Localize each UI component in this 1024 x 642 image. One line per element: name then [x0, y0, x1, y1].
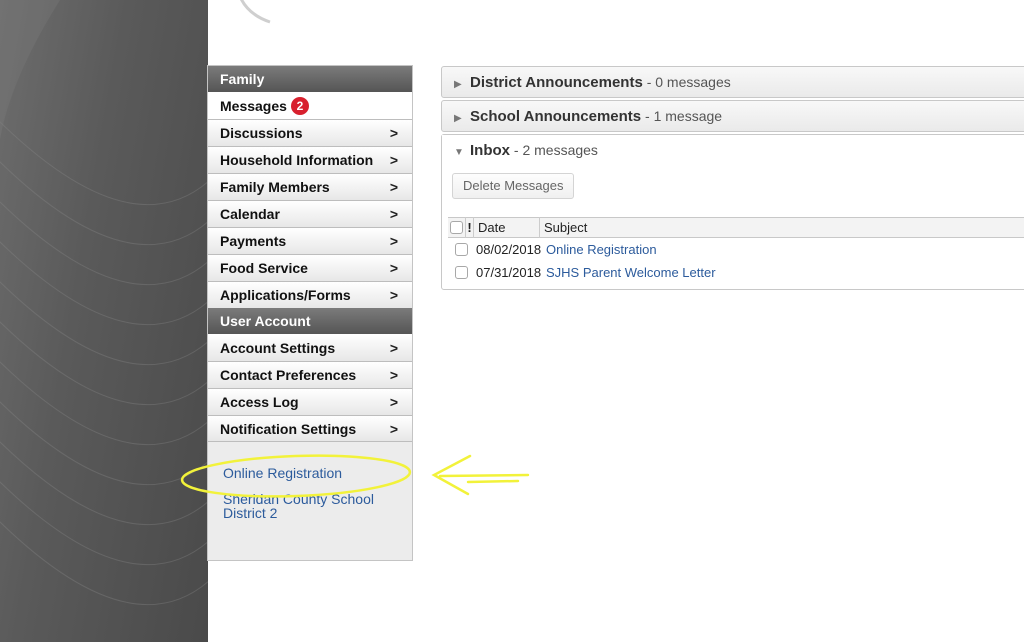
- chevron-right-icon: >: [389, 179, 398, 195]
- sidebar-item-discussions[interactable]: Discussions >: [208, 119, 412, 146]
- sidebar-item-label: Messages: [220, 97, 287, 114]
- sidebar-item-notification-settings[interactable]: Notification Settings >: [208, 415, 412, 442]
- table-row[interactable]: 07/31/2018 SJHS Parent Welcome Letter: [448, 261, 1024, 284]
- triangle-right-icon: ▶: [454, 113, 462, 124]
- sidebar-item-label: Family Members: [220, 179, 330, 195]
- flag-column-header[interactable]: !: [466, 217, 474, 238]
- message-subject-link[interactable]: SJHS Parent Welcome Letter: [544, 265, 716, 280]
- sidebar-item-label: Food Service: [220, 260, 308, 276]
- sidebar-item-payments[interactable]: Payments >: [208, 227, 412, 254]
- chevron-right-icon: >: [389, 394, 398, 410]
- select-all-cell: [448, 217, 466, 238]
- sidebar-item-label: Account Settings: [220, 339, 336, 356]
- inbox-title: Inbox: [470, 142, 510, 159]
- sidebar-header-user-account: User Account: [208, 308, 412, 334]
- sidebar-item-label: Contact Preferences: [220, 367, 357, 383]
- sidebar-item-family-members[interactable]: Family Members >: [208, 173, 412, 200]
- sidebar-header-family: Family: [208, 66, 412, 92]
- table-row[interactable]: 08/02/2018 Online Registration: [448, 238, 1024, 261]
- chevron-right-icon: >: [389, 260, 398, 276]
- inbox-header[interactable]: ▼ Inbox - 2 messages: [442, 135, 1024, 165]
- sidebar-item-label: Payments: [220, 233, 287, 249]
- chevron-right-icon: >: [389, 233, 398, 249]
- message-date: 08/02/2018: [476, 242, 542, 257]
- sidebar-item-contact-preferences[interactable]: Contact Preferences >: [208, 361, 412, 388]
- date-column-header[interactable]: Date: [474, 217, 540, 238]
- chevron-right-icon: >: [389, 420, 398, 437]
- sidebar-item-household-information[interactable]: Household Information >: [208, 146, 412, 173]
- sidebar-item-label: Applications/Forms: [220, 287, 351, 303]
- message-date: 07/31/2018: [476, 265, 542, 280]
- inbox-panel: ▼ Inbox - 2 messages Delete Messages ! Da…: [441, 134, 1024, 290]
- chevron-right-icon: >: [389, 152, 398, 168]
- background-panel: [0, 0, 208, 642]
- district-announcements-count: - 0 messages: [646, 74, 731, 90]
- online-registration-link[interactable]: Online Registration: [223, 466, 398, 480]
- chevron-right-icon: >: [389, 125, 398, 141]
- subject-column-header[interactable]: Subject: [540, 217, 587, 238]
- school-announcements-count: - 1 message: [645, 108, 723, 124]
- triangle-down-icon: ▼: [454, 147, 464, 158]
- logo-fragment: [240, 0, 271, 24]
- sidebar-links: Online Registration Sheridan County Scho…: [208, 442, 412, 520]
- triangle-right-icon: ▶: [454, 79, 462, 90]
- school-announcements-title: School Announcements: [470, 108, 642, 125]
- sidebar-item-label: Discussions: [220, 125, 303, 141]
- district-announcements-title: District Announcements: [470, 74, 643, 91]
- sidebar-item-calendar[interactable]: Calendar >: [208, 200, 412, 227]
- sidebar-item-label: Calendar: [220, 206, 280, 222]
- row-checkbox[interactable]: [454, 243, 468, 256]
- background-swirl: [0, 0, 208, 606]
- table-header: ! Date Subject: [448, 217, 1024, 238]
- sidebar-item-food-service[interactable]: Food Service >: [208, 254, 412, 281]
- arrow-left-icon: [431, 454, 530, 496]
- messages-table: ! Date Subject 08/02/2018 Online Registr…: [448, 217, 1024, 284]
- sidebar-item-account-settings[interactable]: Account Settings >: [208, 334, 412, 361]
- district-link[interactable]: Sheridan County School District 2: [223, 492, 393, 520]
- chevron-right-icon: >: [389, 287, 398, 303]
- sidebar-item-applications-forms[interactable]: Applications/Forms >: [208, 281, 412, 308]
- inbox-count: - 2 messages: [513, 142, 598, 158]
- school-announcements-panel[interactable]: ▶ School Announcements - 1 message: [441, 100, 1024, 132]
- sidebar-item-label: Notification Settings: [220, 420, 357, 437]
- sidebar: Family Messages 2 Discussions > Household…: [207, 65, 413, 561]
- chevron-right-icon: >: [389, 206, 398, 222]
- sidebar-item-label: Household Information: [220, 152, 374, 168]
- chevron-right-icon: >: [389, 339, 398, 356]
- row-checkbox[interactable]: [454, 266, 468, 279]
- sidebar-item-messages[interactable]: Messages 2: [208, 92, 412, 119]
- sidebar-item-access-log[interactable]: Access Log >: [208, 388, 412, 415]
- sidebar-item-label: Access Log: [220, 394, 299, 410]
- message-subject-link[interactable]: Online Registration: [544, 242, 657, 257]
- message-count-badge: 2: [290, 96, 309, 115]
- chevron-right-icon: >: [389, 367, 398, 383]
- select-all-checkbox[interactable]: [450, 221, 463, 234]
- district-announcements-panel[interactable]: ▶ District Announcements - 0 messages: [441, 66, 1024, 98]
- delete-messages-button[interactable]: Delete Messages: [452, 173, 575, 199]
